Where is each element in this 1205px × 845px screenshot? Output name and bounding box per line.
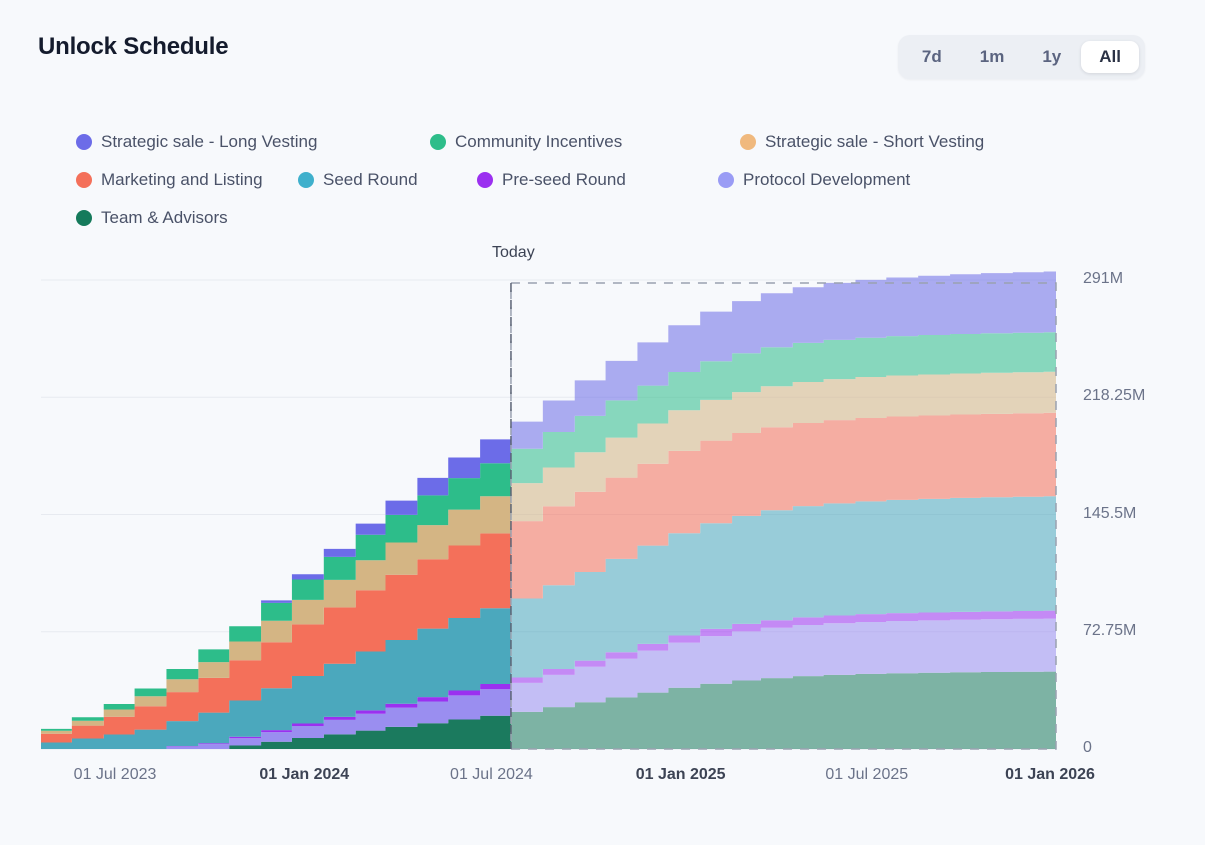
legend-color-dot (76, 172, 92, 188)
legend-item-strategic-sale-short-vesting[interactable]: Strategic sale - Short Vesting (740, 126, 984, 158)
legend-item-pre-seed-round[interactable]: Pre-seed Round (477, 164, 696, 196)
y-axis-tick-label: 72.75M (1083, 622, 1136, 640)
range-button-7d[interactable]: 7d (904, 41, 960, 73)
legend-item-marketing-and-listing[interactable]: Marketing and Listing (76, 164, 276, 196)
page-title: Unlock Schedule (38, 33, 228, 61)
legend-item-label: Protocol Development (743, 170, 910, 190)
x-axis-tick-label: 01 Jan 2024 (259, 766, 349, 784)
legend-color-dot (430, 134, 446, 150)
legend-color-dot (298, 172, 314, 188)
time-range-selector[interactable]: 7d 1m 1y All (898, 35, 1145, 79)
x-axis-tick-label: 01 Jan 2025 (636, 766, 726, 784)
stacked-area-chart[interactable] (0, 236, 1205, 766)
legend-item-label: Strategic sale - Long Vesting (101, 132, 317, 152)
today-marker-label: Today (492, 244, 535, 262)
chart-legend: Strategic sale - Long Vesting Community … (76, 126, 1076, 234)
y-axis-tick-label: 218.25M (1083, 387, 1145, 405)
legend-item-protocol-development[interactable]: Protocol Development (718, 164, 910, 196)
card-header: Unlock Schedule 7d 1m 1y All (0, 0, 1205, 100)
legend-item-strategic-sale-long-vesting[interactable]: Strategic sale - Long Vesting (76, 126, 408, 158)
legend-color-dot (718, 172, 734, 188)
y-axis-tick-label: 0 (1083, 739, 1092, 757)
x-axis-tick-label: 01 Jul 2024 (450, 766, 533, 784)
unlock-schedule-card: Unlock Schedule 7d 1m 1y All Strategic s… (0, 0, 1205, 845)
y-axis-tick-label: 145.5M (1083, 505, 1136, 523)
range-button-all[interactable]: All (1081, 41, 1139, 73)
x-axis-labels: 01 Jul 2023 01 Jan 2024 01 Jul 2024 01 Jan … (0, 766, 1205, 806)
x-axis-tick-label: 01 Jul 2025 (825, 766, 908, 784)
range-button-1y[interactable]: 1y (1024, 41, 1079, 73)
legend-item-team-and-advisors[interactable]: Team & Advisors (76, 202, 228, 234)
y-axis-labels: 291M 218.25M 145.5M 72.75M 0 (1083, 236, 1203, 766)
legend-item-label: Marketing and Listing (101, 170, 263, 190)
x-axis-tick-label: 01 Jan 2026 (1005, 766, 1095, 784)
x-axis-tick-label: 01 Jul 2023 (74, 766, 157, 784)
legend-color-dot (76, 134, 92, 150)
legend-item-label: Community Incentives (455, 132, 622, 152)
legend-item-label: Strategic sale - Short Vesting (765, 132, 984, 152)
legend-color-dot (740, 134, 756, 150)
chart-plot-area[interactable]: Today 291M 218.25M 145.5M 72.75M 0 01 Jul 20… (0, 236, 1205, 796)
legend-item-label: Pre-seed Round (502, 170, 626, 190)
y-axis-tick-label: 291M (1083, 270, 1123, 288)
legend-item-seed-round[interactable]: Seed Round (298, 164, 455, 196)
legend-color-dot (477, 172, 493, 188)
legend-item-label: Seed Round (323, 170, 418, 190)
legend-item-label: Team & Advisors (101, 208, 228, 228)
range-button-1m[interactable]: 1m (962, 41, 1023, 73)
legend-item-community-incentives[interactable]: Community Incentives (430, 126, 718, 158)
legend-color-dot (76, 210, 92, 226)
